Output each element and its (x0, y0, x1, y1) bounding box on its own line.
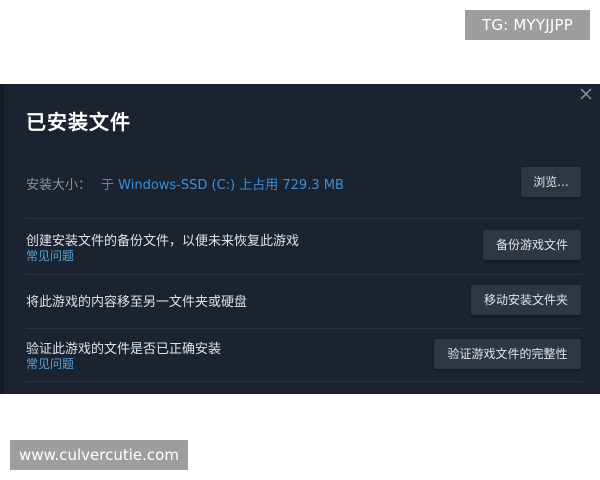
dialog-title: 已安装文件 (26, 110, 131, 134)
move-description: 将此游戏的内容移至另一文件夹或硬盘 (26, 295, 248, 310)
divider (26, 381, 582, 382)
divider (26, 218, 582, 219)
install-size-value: 于 Windows-SSD (C:) 上占用 729.3 MB (101, 178, 344, 193)
browse-button[interactable]: 浏览... (521, 167, 581, 197)
installed-files-dialog: 已安装文件 安装大小： 于 Windows-SSD (C:) 上占用 729.3 … (0, 84, 600, 394)
install-size-label: 安装大小： (26, 178, 92, 193)
move-install-folder-button[interactable]: 移动安装文件夹 (471, 285, 581, 315)
site-watermark: www.culvercutie.com (10, 440, 188, 470)
backup-game-files-button[interactable]: 备份游戏文件 (483, 230, 581, 260)
install-size-row: 安装大小： 于 Windows-SSD (C:) 上占用 729.3 MB (26, 174, 344, 193)
verify-integrity-button[interactable]: 验证游戏文件的完整性 (434, 339, 581, 369)
panel-left-edge (0, 84, 4, 394)
divider (26, 274, 582, 275)
verify-faq-link[interactable]: 常见问题 (26, 355, 74, 372)
divider (26, 328, 582, 329)
tg-watermark: TG: MYYJJPP (465, 10, 590, 40)
backup-faq-link[interactable]: 常见问题 (26, 247, 74, 264)
close-icon[interactable] (578, 86, 594, 102)
